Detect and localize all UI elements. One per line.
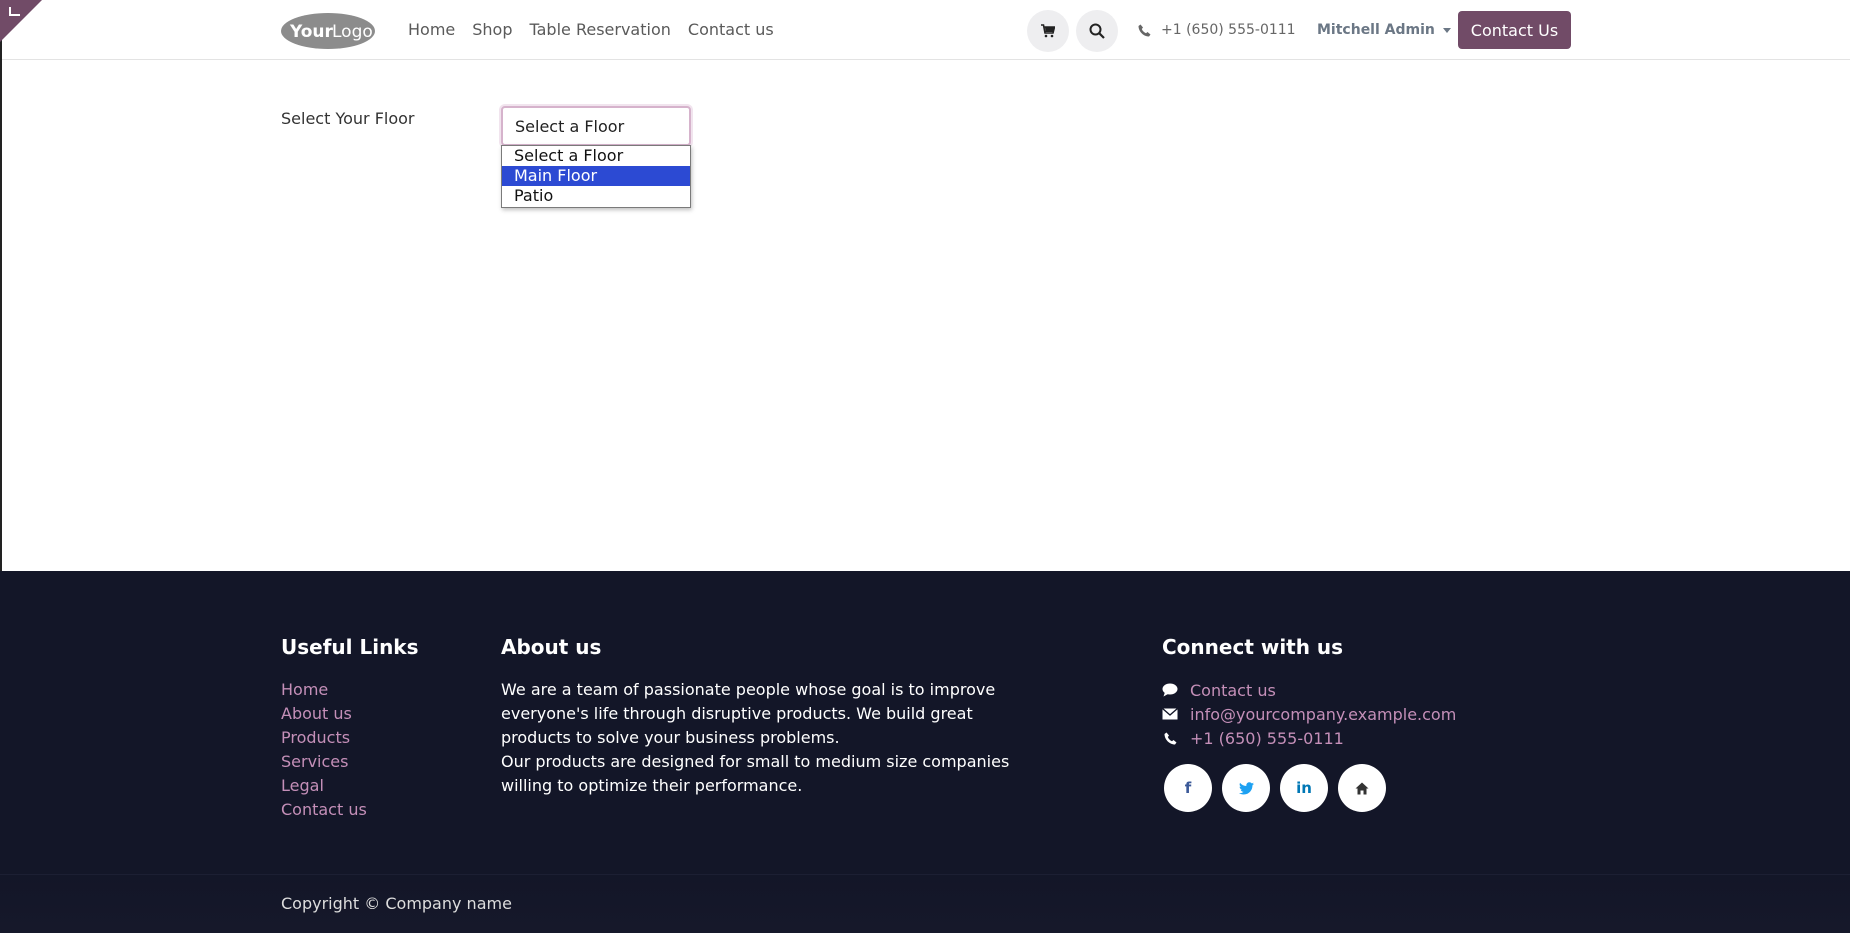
- connect-email-text: info@yourcompany.example.com: [1190, 704, 1457, 724]
- phone-icon: [1138, 24, 1151, 36]
- cart-button[interactable]: [1027, 10, 1069, 52]
- editor-corner-tab[interactable]: [0, 0, 42, 42]
- left-edge: [0, 0, 2, 571]
- floor-option-patio[interactable]: Patio: [502, 186, 690, 206]
- nav-contact-us[interactable]: Contact us: [688, 20, 774, 39]
- useful-links-title: Useful Links: [281, 635, 419, 659]
- useful-links: Home About us Products Services Legal Co…: [281, 678, 367, 822]
- footer-link-about[interactable]: About us: [281, 702, 367, 726]
- phone-icon: [1162, 732, 1178, 745]
- connect-phone[interactable]: +1 (650) 555-0111: [1162, 726, 1456, 750]
- about-title: About us: [501, 635, 602, 659]
- user-menu[interactable]: Mitchell Admin: [1317, 22, 1451, 38]
- logo-text-logo: Logo: [332, 22, 373, 42]
- floor-option-select[interactable]: Select a Floor: [502, 146, 690, 166]
- twitter-icon: [1238, 781, 1254, 794]
- connect-contact[interactable]: Contact us: [1162, 678, 1456, 702]
- footer-link-products[interactable]: Products: [281, 726, 367, 750]
- search-button[interactable]: [1076, 10, 1118, 52]
- site-header: Your Logo Home Shop Table Reservation Co…: [0, 0, 1850, 60]
- site-footer: Useful Links Home About us Products Serv…: [0, 571, 1850, 933]
- linkedin-button[interactable]: in: [1280, 764, 1328, 812]
- copyright-text: Copyright © Company name: [281, 894, 512, 913]
- facebook-button[interactable]: f: [1164, 764, 1212, 812]
- footer-link-home[interactable]: Home: [281, 678, 367, 702]
- floor-select[interactable]: Select a Floor: [501, 106, 691, 146]
- home-icon: [1355, 782, 1369, 794]
- logo[interactable]: Your Logo: [280, 12, 376, 50]
- header-phone[interactable]: +1 (650) 555-0111: [1138, 22, 1296, 38]
- corner-icon: [9, 7, 20, 16]
- chevron-down-icon: [1442, 27, 1451, 33]
- contact-us-button[interactable]: Contact Us: [1458, 11, 1571, 49]
- user-name: Mitchell Admin: [1317, 22, 1435, 38]
- connect-email[interactable]: info@yourcompany.example.com: [1162, 702, 1456, 726]
- footer-link-legal[interactable]: Legal: [281, 774, 367, 798]
- connect-phone-text: +1 (650) 555-0111: [1190, 728, 1344, 748]
- about-paragraph-2: Our products are designed for small to m…: [501, 752, 1010, 795]
- nav-table-reservation[interactable]: Table Reservation: [530, 20, 671, 39]
- social-links: f in: [1164, 764, 1386, 812]
- footer-link-contact[interactable]: Contact us: [281, 798, 367, 822]
- facebook-icon: f: [1184, 779, 1192, 797]
- connect-contact-text: Contact us: [1190, 680, 1276, 700]
- footer-link-services[interactable]: Services: [281, 750, 367, 774]
- nav-shop[interactable]: Shop: [472, 20, 512, 39]
- connect-list: Contact us info@yourcompany.example.com …: [1162, 678, 1456, 750]
- logo-text-your: Your: [289, 22, 334, 42]
- search-icon: [1089, 23, 1105, 39]
- twitter-button[interactable]: [1222, 764, 1270, 812]
- about-paragraph-1: We are a team of passionate people whose…: [501, 680, 996, 747]
- header-phone-text: +1 (650) 555-0111: [1161, 22, 1296, 38]
- copyright-bar: [0, 874, 1850, 933]
- home-button[interactable]: [1338, 764, 1386, 812]
- comment-icon: [1162, 683, 1178, 697]
- envelope-icon: [1162, 708, 1178, 720]
- linkedin-icon: in: [1296, 779, 1312, 797]
- floor-option-main-floor[interactable]: Main Floor: [502, 166, 690, 186]
- floor-label: Select Your Floor: [281, 109, 415, 128]
- connect-title: Connect with us: [1162, 635, 1344, 659]
- floor-select-dropdown: Select a Floor Main Floor Patio: [501, 145, 691, 208]
- main-nav: Home Shop Table Reservation Contact us: [408, 20, 791, 39]
- cart-icon: [1041, 24, 1055, 38]
- nav-home[interactable]: Home: [408, 20, 455, 39]
